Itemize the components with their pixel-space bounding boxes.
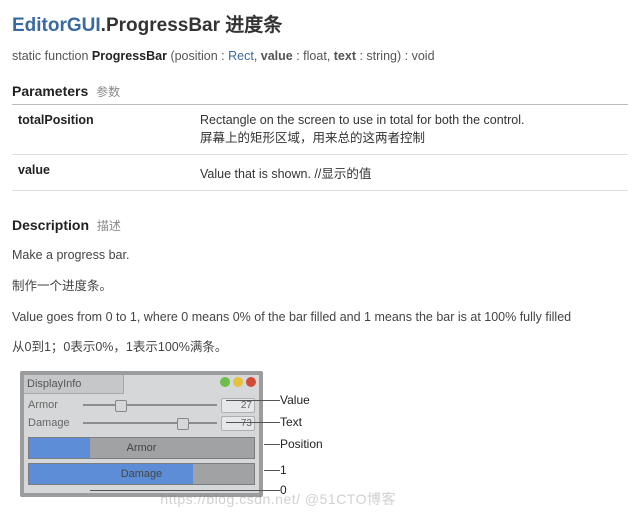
param-name: value (12, 155, 194, 191)
armor-slider[interactable] (83, 404, 217, 406)
page-title: EditorGUI.ProgressBar 进度条 (12, 10, 628, 37)
callout-value: Value (280, 393, 310, 407)
desc-line: Make a progress bar. (12, 246, 628, 265)
type-rect-link[interactable]: Rect (228, 49, 254, 63)
example-window: DisplayInfo Armor 27 Damage 73 Armor Dam… (20, 371, 263, 497)
callout-position: Position (280, 437, 323, 451)
desc-line: 制作一个进度条。 (12, 277, 628, 296)
damage-slider[interactable] (83, 422, 217, 424)
title-method: .ProgressBar (101, 15, 220, 36)
watermark: https://blog.csdn.net/ @51CTO博客 (160, 489, 396, 509)
param-name: totalPosition (12, 105, 194, 155)
close-icon (246, 377, 256, 387)
param-desc: Value that is shown. //显示的值 (194, 155, 628, 191)
window-title: DisplayInfo (24, 375, 124, 394)
table-row: value Value that is shown. //显示的值 (12, 155, 628, 191)
progress-bar-damage: Damage (28, 463, 255, 485)
title-class: EditorGUI (12, 15, 101, 36)
signature: static function ProgressBar (position : … (12, 49, 628, 63)
desc-line: Value goes from 0 to 1, where 0 means 0%… (12, 308, 628, 327)
param-desc: Rectangle on the screen to use in total … (194, 105, 628, 155)
window-controls (220, 377, 256, 387)
parameters-table: totalPosition Rectangle on the screen to… (12, 105, 628, 191)
progress-bar-armor: Armor (28, 437, 255, 459)
slider-row: Armor 27 (28, 397, 255, 413)
damage-value[interactable]: 73 (221, 416, 255, 431)
minimize-icon (220, 377, 230, 387)
callout-text: Text (280, 415, 302, 429)
example-diagram: DisplayInfo Armor 27 Damage 73 Armor Dam… (20, 371, 400, 511)
slider-row: Damage 73 (28, 415, 255, 431)
table-row: totalPosition Rectangle on the screen to… (12, 105, 628, 155)
title-cn: 进度条 (225, 15, 282, 36)
maximize-icon (233, 377, 243, 387)
parameters-heading: Parameters 参数 (12, 83, 628, 105)
desc-line: 从0到1；0表示0%，1表示100%满条。 (12, 338, 628, 357)
callout-one: 1 (280, 463, 287, 477)
description-heading: Description 描述 (12, 217, 628, 234)
